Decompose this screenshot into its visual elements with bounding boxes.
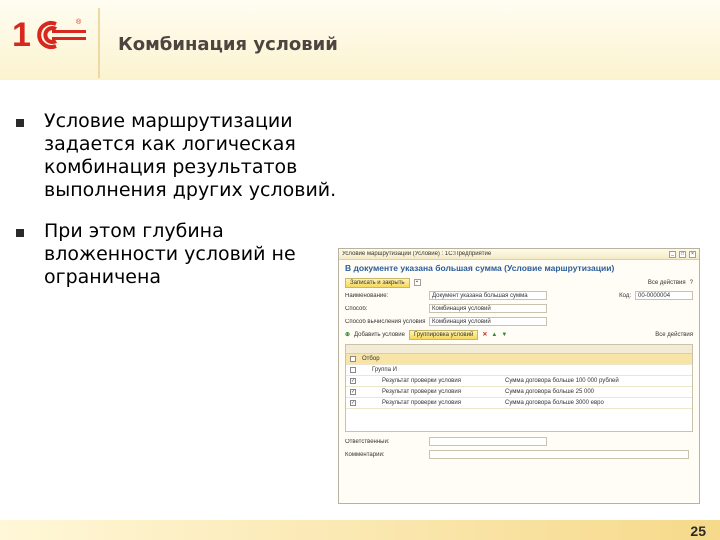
close-icon[interactable]: × xyxy=(689,250,696,258)
help-icon[interactable]: ? xyxy=(690,280,693,286)
row-checkbox[interactable] xyxy=(350,367,356,373)
form-heading: В документе указана большая сумма (Услов… xyxy=(345,263,615,273)
type-row: Способ: Комбинация условий xyxy=(339,302,699,315)
svg-text:1: 1 xyxy=(12,16,31,54)
bullet-text: При этом глубина вложенности условий не … xyxy=(44,220,296,288)
move-down-icon[interactable]: ▼ xyxy=(501,332,507,338)
form-window: Условие маршрутизации (Условие) : 1С:Пре… xyxy=(338,248,700,504)
bullet-list: Условие маршрутизации задается как логич… xyxy=(10,110,340,307)
maximize-icon[interactable]: □ xyxy=(679,250,686,258)
row-value: Сумма договора больше 100 000 рублей xyxy=(505,378,619,384)
code-field[interactable]: 00-0000004 xyxy=(635,291,693,300)
expression-label: Способ вычисления условия: xyxy=(345,318,425,325)
delete-icon[interactable]: ✕ xyxy=(482,331,487,338)
group-conditions-button[interactable]: Группировка условий xyxy=(408,329,479,340)
row-label: Результат проверки условия xyxy=(382,400,461,406)
grid-row[interactable]: ✓ Результат проверки условия Сумма договор… xyxy=(346,376,692,387)
expression-row: Способ вычисления условия: Комбинация ус… xyxy=(339,315,699,328)
grid-row[interactable]: ✓ Результат проверки условия Сумма договор… xyxy=(346,398,692,409)
grid-row[interactable]: Отбор xyxy=(346,354,692,365)
save-icon[interactable]: ▪ xyxy=(413,279,421,286)
header-divider xyxy=(98,8,100,78)
comment-label: Комментарий: xyxy=(345,451,385,458)
svg-text:®: ® xyxy=(76,18,82,26)
header-bar: 1 ® Комбинация условий xyxy=(0,0,720,80)
grid-all-actions-menu[interactable]: Все действия xyxy=(655,332,693,338)
comment-field[interactable] xyxy=(429,450,689,459)
window-titlebar: Условие маршрутизации (Условие) : 1С:Пре… xyxy=(339,249,699,260)
add-condition-button[interactable]: Добавить условие xyxy=(354,332,405,338)
row-checkbox[interactable]: ✓ xyxy=(350,378,356,384)
minimize-icon[interactable]: _ xyxy=(669,250,676,258)
page-number: 25 xyxy=(690,523,706,539)
type-field[interactable]: Комбинация условий xyxy=(429,304,547,313)
name-label: Наименование: xyxy=(345,292,389,299)
logo-1c-icon: 1 ® xyxy=(12,16,86,54)
grid-row[interactable]: Группа И xyxy=(346,365,692,376)
footer-bar xyxy=(0,520,720,540)
row-label: Результат проверки условия xyxy=(382,378,461,384)
conditions-grid: Отбор Группа И ✓ Результат проверки условия… xyxy=(345,344,693,432)
responsible-row: Ответственный: xyxy=(339,435,699,448)
grid-toolbar: ⊕ Добавить условие Группировка условий ✕… xyxy=(339,328,699,341)
expression-field[interactable]: Комбинация условий xyxy=(429,317,547,326)
responsible-field[interactable] xyxy=(429,437,547,446)
responsible-label: Ответственный: xyxy=(345,438,390,445)
add-icon[interactable]: ⊕ xyxy=(345,331,350,338)
name-field[interactable]: Документ указана большая сумма xyxy=(429,291,547,300)
comment-row: Комментарий: xyxy=(339,448,699,461)
command-bar: Записать и закрыть ▪ Все действия ? xyxy=(339,276,699,289)
row-checkbox[interactable]: ✓ xyxy=(350,389,356,395)
bullet-marker-icon xyxy=(16,229,24,237)
grid-header xyxy=(346,345,692,354)
bullet-item: Условие маршрутизации задается как логич… xyxy=(10,110,340,202)
bullet-item: При этом глубина вложенности условий не … xyxy=(10,220,340,289)
code-label: Код: xyxy=(619,292,631,299)
all-actions-menu[interactable]: Все действия xyxy=(648,280,686,286)
grid-row[interactable]: ✓ Результат проверки условия Сумма договор… xyxy=(346,387,692,398)
window-title: Условие маршрутизации (Условие) : 1С:Пре… xyxy=(342,251,492,257)
bullet-text: Условие маршрутизации задается как логич… xyxy=(44,110,337,201)
slide-title: Комбинация условий xyxy=(118,34,338,55)
row-label: Группа И xyxy=(372,367,397,373)
type-label: Способ: xyxy=(345,305,368,312)
row-checkbox[interactable]: ✓ xyxy=(350,400,356,406)
row-checkbox[interactable] xyxy=(350,356,356,362)
bullet-marker-icon xyxy=(16,119,24,127)
row-label: Результат проверки условия xyxy=(382,389,461,395)
name-row: Наименование: Документ указана большая с… xyxy=(339,289,699,302)
row-value: Сумма договора больше 25 000 xyxy=(505,389,594,395)
move-up-icon[interactable]: ▲ xyxy=(491,332,497,338)
row-value: Сумма договора больше 3000 евро xyxy=(505,400,604,406)
row-label: Отбор xyxy=(362,356,380,362)
save-and-close-button[interactable]: Записать и закрыть xyxy=(345,277,410,288)
